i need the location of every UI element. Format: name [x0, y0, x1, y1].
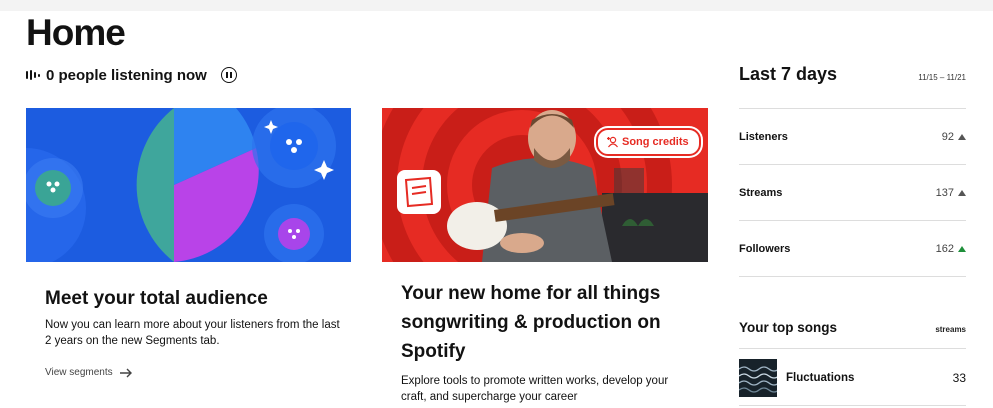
song-stream-count: 33	[952, 371, 966, 385]
stat-row-streams[interactable]: Streams 137	[739, 164, 966, 220]
pause-icon	[225, 72, 228, 78]
badge-label: Song credits	[622, 136, 689, 148]
date-range: 11/15 – 11/21	[918, 73, 966, 82]
live-bars-icon	[26, 70, 40, 80]
audience-illustration	[26, 108, 351, 262]
stat-value: 137	[936, 187, 966, 199]
stat-number: 162	[935, 242, 954, 255]
last-7-days-panel: Last 7 days 11/15 – 11/21 Listeners 92 S…	[739, 64, 966, 277]
arrow-right-icon	[119, 368, 132, 377]
top-songs-title: Your top songs	[739, 320, 837, 335]
audience-card[interactable]: Meet your total audience Now you can lea…	[26, 108, 351, 378]
listening-count: 0 people listening now	[46, 66, 207, 84]
song-row[interactable]: Fluctuations 33	[739, 359, 966, 397]
audience-card-image	[26, 108, 351, 262]
song-artwork	[739, 359, 777, 397]
stat-label: Followers	[739, 242, 791, 255]
songwriting-card[interactable]: Song credits Your new home for all thing…	[382, 108, 708, 403]
stat-value: 92	[942, 131, 966, 143]
view-segments-link[interactable]: View segments	[45, 367, 133, 378]
top-bar	[0, 0, 993, 11]
user-add-icon	[607, 136, 618, 148]
page-title: Home	[26, 12, 126, 53]
stat-number: 137	[935, 186, 954, 199]
songwriting-card-image: Song credits	[382, 108, 708, 262]
divider	[739, 348, 966, 349]
stat-label: Listeners	[739, 130, 788, 143]
panel-header: Last 7 days 11/15 – 11/21	[739, 64, 966, 94]
stat-row-listeners[interactable]: Listeners 92	[739, 108, 966, 164]
card-description: Now you can learn more about your listen…	[45, 319, 340, 347]
stats-list: Listeners 92 Streams 137 Followers 162	[739, 108, 966, 277]
divider	[739, 405, 966, 406]
trend-up-icon	[958, 245, 966, 252]
top-songs-header: Your top songs streams	[739, 320, 966, 335]
stat-label: Streams	[739, 186, 783, 199]
card-title: Your new home for all things songwriting…	[401, 283, 661, 362]
card-description: Explore tools to promote written works, …	[401, 375, 669, 403]
card-title: Meet your total audience	[45, 288, 268, 309]
trend-up-icon	[958, 189, 966, 196]
stat-row-followers[interactable]: Followers 162	[739, 220, 966, 277]
trend-up-icon	[958, 133, 966, 140]
album-art-icon	[739, 359, 777, 397]
song-title: Fluctuations	[786, 372, 855, 384]
live-listeners: 0 people listening now	[26, 63, 237, 87]
stat-number: 92	[941, 130, 954, 143]
streams-column-label: streams	[935, 325, 966, 334]
stat-value: 162	[936, 243, 966, 255]
song-credits-badge: Song credits	[596, 128, 701, 156]
pause-button[interactable]	[220, 67, 237, 83]
link-label: View segments	[45, 367, 113, 378]
panel-title: Last 7 days	[739, 64, 838, 84]
